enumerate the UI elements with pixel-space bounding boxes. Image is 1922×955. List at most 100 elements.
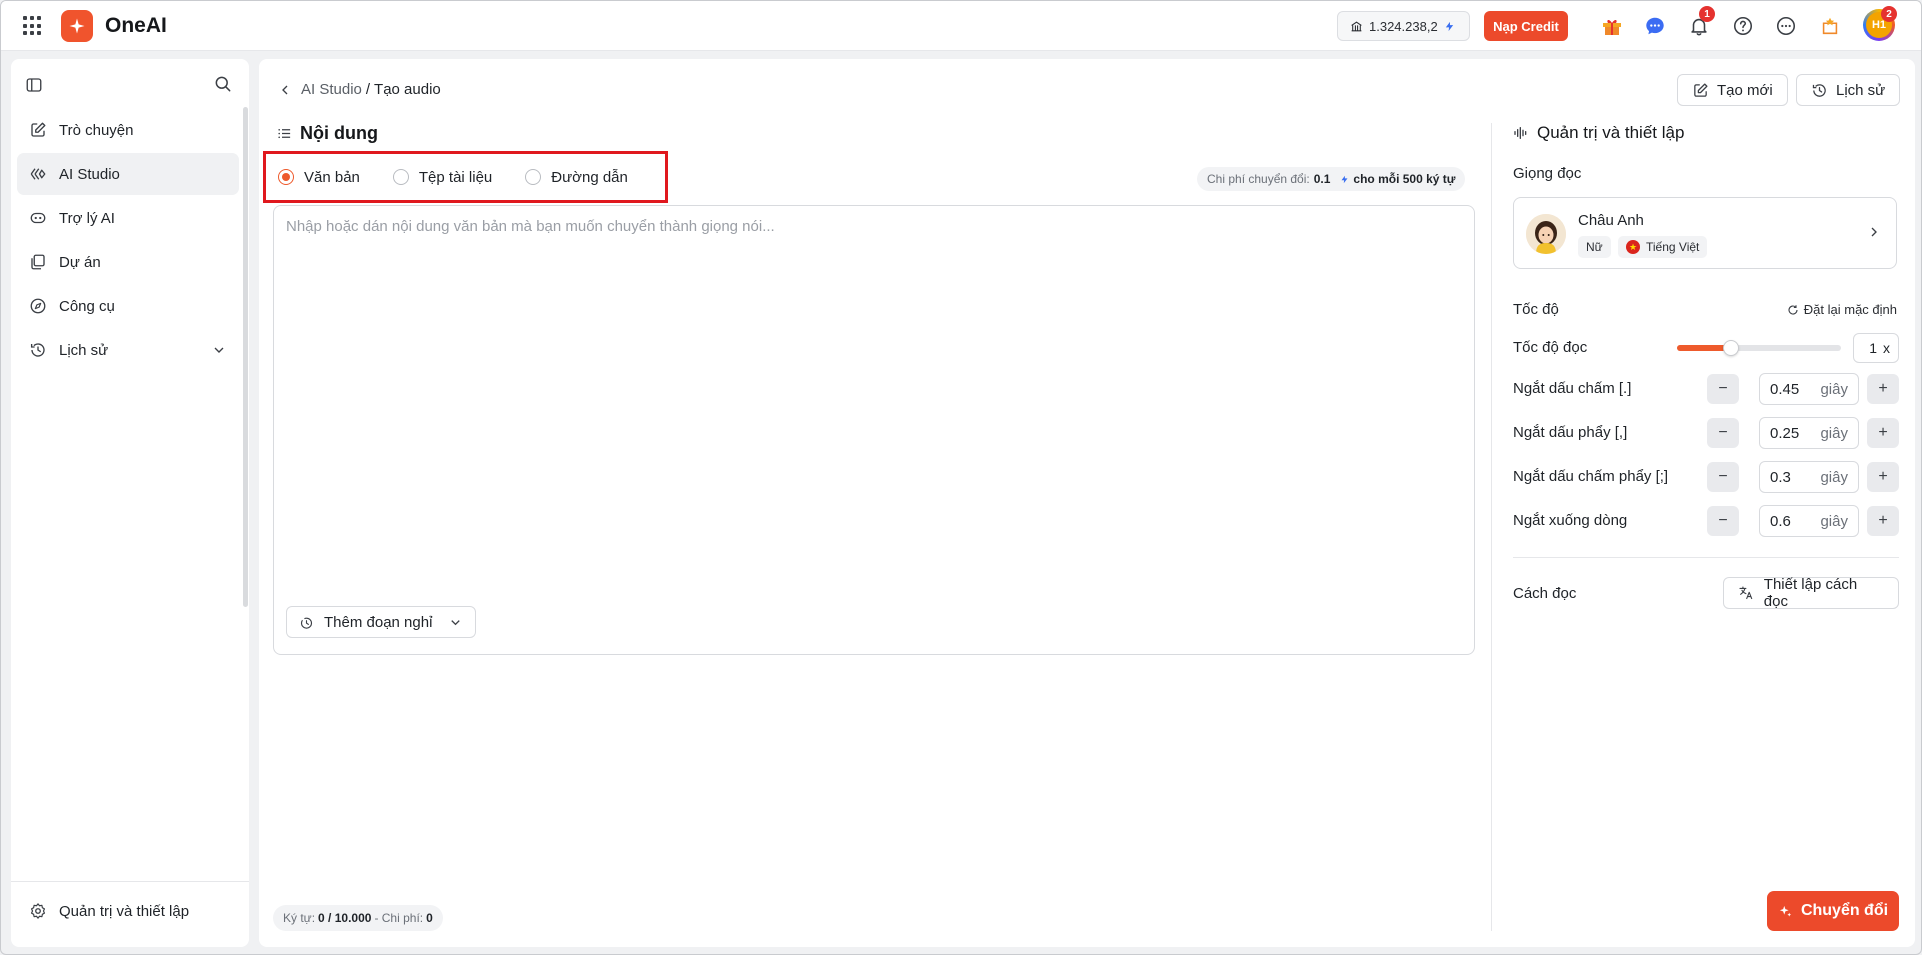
edit-icon <box>1694 82 1708 97</box>
apps-grid-icon[interactable] <box>23 16 43 36</box>
voice-selector[interactable]: Châu Anh Nữ ★ Tiếng Việt <box>1513 197 1897 269</box>
read-speed-input[interactable]: 1 x <box>1853 333 1899 363</box>
sidebar-item-assistant[interactable]: Trợ lý AI <box>17 197 239 239</box>
assistant-icon <box>30 212 46 224</box>
read-speed-label: Tốc độ đọc <box>1513 339 1588 356</box>
chevron-down-icon[interactable] <box>211 342 227 358</box>
back-chevron-icon[interactable] <box>277 82 293 98</box>
translate-icon <box>1739 586 1753 600</box>
sidebar-divider <box>11 881 249 882</box>
compass-icon <box>30 298 46 314</box>
project-icon <box>31 254 45 270</box>
help-icon[interactable] <box>1730 13 1756 39</box>
chevron-down-icon <box>451 619 460 625</box>
sidebar-item-history[interactable]: Lịch sử <box>17 329 239 371</box>
main-panel: AI Studio / Tạo audio Tạo mới Lịch sử Nộ… <box>259 59 1915 947</box>
top-bar: OneAI 1.324.238,2 Nạp Credit 1 H1 2 <box>1 1 1921 51</box>
sidebar-item-ai-studio[interactable]: AI Studio <box>17 153 239 195</box>
reset-default-link[interactable]: Đặt lại mặc định <box>1787 302 1897 317</box>
add-pause-dropdown[interactable]: Thêm đoạn nghỉ <box>286 606 476 638</box>
search-icon[interactable] <box>213 74 233 98</box>
sidebar-footer-label: Quản trị và thiết lập <box>59 902 190 920</box>
character-counter: Ký tự: 0 / 10.000 - Chi phí: 0 <box>273 905 443 931</box>
sidebar-item-chat[interactable]: Trò chuyện <box>17 109 239 151</box>
pause-comma-input[interactable]: 0.25 giây <box>1759 417 1859 449</box>
increase-button[interactable]: + <box>1867 418 1899 448</box>
topup-credit-button[interactable]: Nạp Credit <box>1484 11 1568 41</box>
audio-wave-icon <box>1514 127 1527 139</box>
decrease-button[interactable]: − <box>1707 374 1739 404</box>
pause-comma-row: Ngắt dấu phẩy [,] − 0.25 giây + <box>1513 417 1899 449</box>
history-icon <box>1812 83 1826 97</box>
conversion-cost-info: Chi phí chuyển đổi: 0.1 cho mỗi 500 ký t… <box>1197 167 1466 191</box>
new-button[interactable]: Tạo mới <box>1677 74 1788 106</box>
history-button-label: Lịch sử <box>1836 81 1886 99</box>
source-type-radio-group: Văn bản Tệp tài liệu Đường dẫn <box>263 151 668 203</box>
history-icon <box>30 343 45 357</box>
reading-setup-button[interactable]: Thiết lập cách đọc <box>1723 576 1899 610</box>
increase-button[interactable]: + <box>1867 374 1899 404</box>
new-button-label: Tạo mới <box>1717 81 1773 99</box>
read-speed-slider[interactable] <box>1677 340 1841 356</box>
breadcrumb-parent[interactable]: AI Studio <box>301 81 362 98</box>
rewards-icon[interactable] <box>1817 13 1843 39</box>
pause-period-input[interactable]: 0.45 giây <box>1759 373 1859 405</box>
convert-button[interactable]: Chuyển đổi <box>1767 891 1899 931</box>
radio-text[interactable]: Văn bản <box>278 169 360 186</box>
add-pause-label: Thêm đoạn nghỉ <box>324 613 433 631</box>
gear-icon <box>30 903 46 919</box>
timer-icon <box>300 617 313 629</box>
voice-gender-tag: Nữ <box>1578 236 1611 258</box>
bank-icon <box>1351 21 1362 31</box>
gift-icon[interactable] <box>1599 13 1625 39</box>
sidebar-item-label: Dự án <box>59 253 101 271</box>
decrease-button[interactable]: − <box>1707 462 1739 492</box>
list-icon <box>278 128 291 139</box>
increase-button[interactable]: + <box>1867 506 1899 536</box>
sidebar-item-project[interactable]: Dự án <box>17 241 239 283</box>
sparkle-icon <box>1779 905 1792 916</box>
decrease-button[interactable]: − <box>1707 418 1739 448</box>
pause-semicolon-input[interactable]: 0.3 giây <box>1759 461 1859 493</box>
sidebar-item-label: AI Studio <box>59 165 120 183</box>
radio-document[interactable]: Tệp tài liệu <box>392 169 492 186</box>
bolt-icon <box>1341 175 1348 183</box>
credit-balance[interactable]: 1.324.238,2 <box>1337 11 1470 41</box>
voice-name: Châu Anh <box>1578 212 1644 229</box>
radio-indicator <box>392 169 409 185</box>
breadcrumb: AI Studio / Tạo audio <box>277 81 441 98</box>
sidebar-scrollbar[interactable] <box>243 107 248 607</box>
breadcrumb-current: Tạo audio <box>374 81 441 98</box>
breadcrumb-separator: / <box>365 81 371 98</box>
voice-label: Giọng đọc <box>1513 165 1582 182</box>
sidebar-toggle-icon[interactable] <box>25 76 43 98</box>
pause-semicolon-row: Ngắt dấu chấm phẩy [;] − 0.3 giây + <box>1513 461 1899 493</box>
credit-amount: 1.324.238,2 <box>1369 18 1438 34</box>
settings-title: Quản trị và thiết lập <box>1513 123 1684 143</box>
chat-bubble-icon[interactable] <box>1642 13 1668 39</box>
sidebar-item-settings[interactable]: Quản trị và thiết lập <box>17 890 239 932</box>
sidebar-item-label: Lịch sử <box>59 341 109 359</box>
panel-divider <box>1491 123 1492 931</box>
decrease-button[interactable]: − <box>1707 506 1739 536</box>
more-icon[interactable] <box>1773 13 1799 39</box>
settings-divider <box>1513 557 1899 558</box>
refresh-icon <box>1788 304 1798 315</box>
increase-button[interactable]: + <box>1867 462 1899 492</box>
bolt-icon <box>1445 21 1453 31</box>
sidebar-item-tools[interactable]: Công cụ <box>17 285 239 327</box>
pause-newline-row: Ngắt xuống dòng − 0.6 giây + <box>1513 505 1899 537</box>
voice-language-tag: ★ Tiếng Việt <box>1618 236 1708 258</box>
pause-period-row: Ngắt dấu chấm [.] − 0.45 giây + <box>1513 373 1899 405</box>
pause-newline-input[interactable]: 0.6 giây <box>1759 505 1859 537</box>
slider-handle[interactable] <box>1723 340 1740 356</box>
oneai-logo-icon <box>61 10 93 42</box>
history-button[interactable]: Lịch sử <box>1796 74 1901 106</box>
avatar-badge: 2 <box>1881 6 1897 22</box>
sidebar: Trò chuyện AI Studio Trợ lý AI Dự án Côn… <box>11 59 249 947</box>
text-editor: Thêm đoạn nghỉ <box>273 205 1475 655</box>
radio-link[interactable]: Đường dẫn <box>525 169 628 186</box>
content-textarea[interactable] <box>274 206 1474 586</box>
radio-indicator <box>525 169 542 185</box>
app-window: OneAI 1.324.238,2 Nạp Credit 1 H1 2 Trò … <box>0 0 1922 955</box>
